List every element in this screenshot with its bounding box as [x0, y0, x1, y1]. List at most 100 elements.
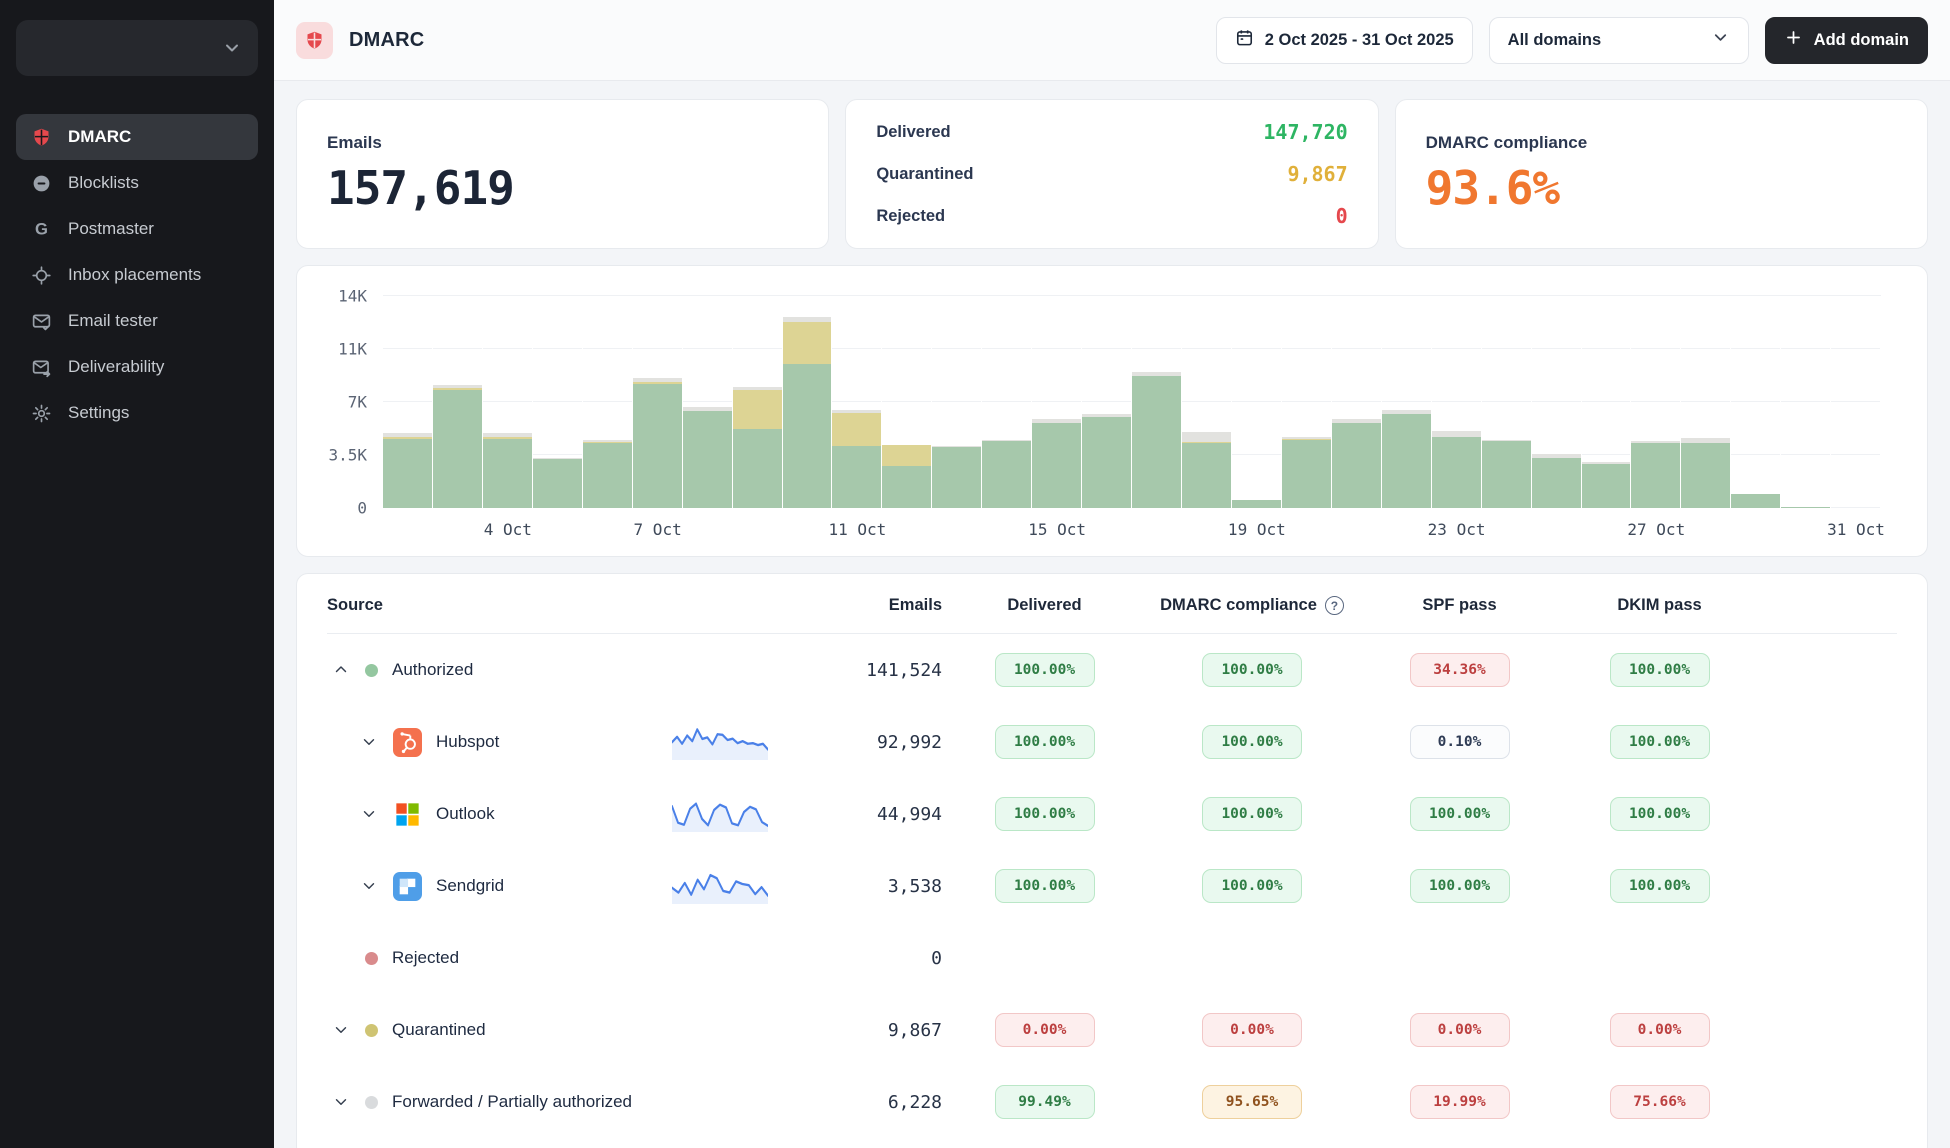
bar-22-oct [1382, 296, 1432, 508]
hubspot-logo-icon [393, 728, 422, 757]
dmarc-badge: 95.65% [1202, 1085, 1302, 1119]
delivered-badge: 0.00% [995, 1013, 1095, 1047]
col-spf-pass: SPF pass [1357, 596, 1562, 615]
col-emails: Emails [772, 596, 942, 615]
emails-label: Emails [327, 133, 798, 153]
volume-chart-card: 03.5K7K11K14K 4 Oct7 Oct11 Oct15 Oct19 O… [296, 265, 1928, 557]
x-tick-label: 11 Oct [828, 520, 886, 539]
dkim-badge: 100.00% [1610, 869, 1710, 903]
table-row-outlook[interactable]: Outlook44,994100.00%100.00%100.00%100.00… [327, 778, 1897, 850]
sidebar-item-label: Email tester [68, 311, 158, 331]
bar-6-oct [583, 296, 633, 508]
date-range-button[interactable]: 2 Oct 2025 - 31 Oct 2025 [1216, 17, 1473, 64]
sidebar-item-blocklists[interactable]: Blocklists [16, 160, 258, 206]
table-row-rejected[interactable]: Rejected0 [327, 922, 1897, 994]
stat-cards: Emails 157,619 Delivered 147,720 Quarant… [296, 99, 1928, 249]
table-row-hubspot[interactable]: Hubspot92,992100.00%100.00%0.10%100.00% [327, 706, 1897, 778]
bar-12-oct [882, 296, 932, 508]
sidebar-item-deliverability[interactable]: Deliverability [16, 344, 258, 390]
bar-16-oct [1082, 296, 1132, 508]
emails-count: 141,524 [772, 660, 942, 681]
sidebar-item-label: Postmaster [68, 219, 154, 239]
compliance-label: DMARC compliance [1426, 133, 1897, 153]
main-area: DMARC 2 Oct 2025 - 31 Oct 2025 All domai… [274, 0, 1950, 1148]
table-row-sendgrid[interactable]: Sendgrid3,538100.00%100.00%100.00%100.00… [327, 850, 1897, 922]
delivered-badge: 100.00% [995, 869, 1095, 903]
add-domain-label: Add domain [1814, 31, 1909, 50]
volume-sparkline [672, 720, 768, 760]
envelope-check-icon [30, 310, 53, 333]
table-row-authorized[interactable]: Authorized141,524100.00%100.00%34.36%100… [327, 634, 1897, 706]
calendar-icon [1235, 28, 1254, 52]
bar-3-oct [433, 296, 483, 508]
dkim-badge: 100.00% [1610, 725, 1710, 759]
source-name: Rejected [392, 948, 459, 968]
bar-9-oct [733, 296, 783, 508]
delivered-value: 147,720 [1263, 120, 1347, 144]
emails-card: Emails 157,619 [296, 99, 829, 249]
sidebar-item-settings[interactable]: Settings [16, 390, 258, 436]
y-tick-label: 3.5K [328, 446, 367, 465]
dmarc-badge: 0.00% [1202, 1013, 1302, 1047]
dkim-badge: 100.00% [1610, 653, 1710, 687]
help-icon[interactable]: ? [1325, 596, 1344, 615]
quarantined-row: Quarantined 9,867 [876, 162, 1347, 186]
source-name: Outlook [436, 804, 495, 824]
bar-24-oct [1482, 296, 1532, 508]
table-row-quarantined[interactable]: Quarantined9,8670.00%0.00%0.00%0.00% [327, 994, 1897, 1066]
sidebar-item-inbox-placements[interactable]: Inbox placements [16, 252, 258, 298]
x-tick-label: 7 Oct [634, 520, 682, 539]
circle-minus-icon [30, 172, 53, 195]
table-body: Authorized141,524100.00%100.00%34.36%100… [327, 634, 1897, 1138]
bar-13-oct [932, 296, 982, 508]
chevron-down-icon[interactable] [359, 732, 379, 752]
bar-10-oct [783, 296, 833, 508]
delivered-badge: 99.49% [995, 1085, 1095, 1119]
emails-value: 157,619 [327, 161, 798, 215]
table-row-forwarded-partially-authorized[interactable]: Forwarded / Partially authorized6,22899.… [327, 1066, 1897, 1138]
gear-icon [30, 402, 53, 425]
dmarc-badge: 100.00% [1202, 797, 1302, 831]
add-domain-button[interactable]: Add domain [1765, 17, 1928, 64]
sendgrid-logo-icon [393, 872, 422, 901]
quarantined-value: 9,867 [1287, 162, 1347, 186]
sidebar-item-email-tester[interactable]: Email tester [16, 298, 258, 344]
workspace-switcher[interactable] [16, 20, 258, 76]
bar-27-oct [1631, 296, 1681, 508]
col-source: Source [327, 596, 672, 615]
spf-badge: 19.99% [1410, 1085, 1510, 1119]
compliance-card: DMARC compliance 93.6% [1395, 99, 1928, 249]
y-tick-label: 0 [357, 499, 367, 518]
domain-filter-select[interactable]: All domains [1489, 17, 1749, 64]
dkim-badge: 75.66% [1610, 1085, 1710, 1119]
outlook-logo-icon [393, 800, 422, 829]
dmarc-badge: 100.00% [1202, 653, 1302, 687]
bar-8-oct [683, 296, 733, 508]
sidebar-item-dmarc[interactable]: DMARC [16, 114, 258, 160]
quarantined-label: Quarantined [876, 165, 973, 184]
breakdown-card: Delivered 147,720 Quarantined 9,867 Reje… [845, 99, 1378, 249]
delivered-badge: 100.00% [995, 725, 1095, 759]
chevron-up-icon[interactable] [331, 660, 351, 680]
bar-14-oct [982, 296, 1032, 508]
crosshair-icon [30, 264, 53, 287]
google-g-icon: G [30, 218, 53, 241]
chevron-down-icon[interactable] [331, 1020, 351, 1040]
dkim-badge: 100.00% [1610, 797, 1710, 831]
rejected-row: Rejected 0 [876, 204, 1347, 228]
page-title: DMARC [349, 29, 424, 52]
rejected-value: 0 [1336, 204, 1348, 228]
chevron-down-icon[interactable] [359, 876, 379, 896]
chevron-down-icon[interactable] [359, 804, 379, 824]
x-tick-label: 27 Oct [1627, 520, 1685, 539]
chevron-down-icon[interactable] [331, 1092, 351, 1112]
content: Emails 157,619 Delivered 147,720 Quarant… [274, 81, 1950, 1148]
delivered-badge: 100.00% [995, 797, 1095, 831]
table-header: Source Emails Delivered DMARC compliance… [327, 578, 1897, 634]
x-tick-label: 15 Oct [1028, 520, 1086, 539]
sidebar-item-postmaster[interactable]: G Postmaster [16, 206, 258, 252]
bar-2-oct [383, 296, 433, 508]
svg-text:G: G [35, 219, 48, 238]
emails-count: 92,992 [772, 732, 942, 753]
source-name: Authorized [392, 660, 473, 680]
